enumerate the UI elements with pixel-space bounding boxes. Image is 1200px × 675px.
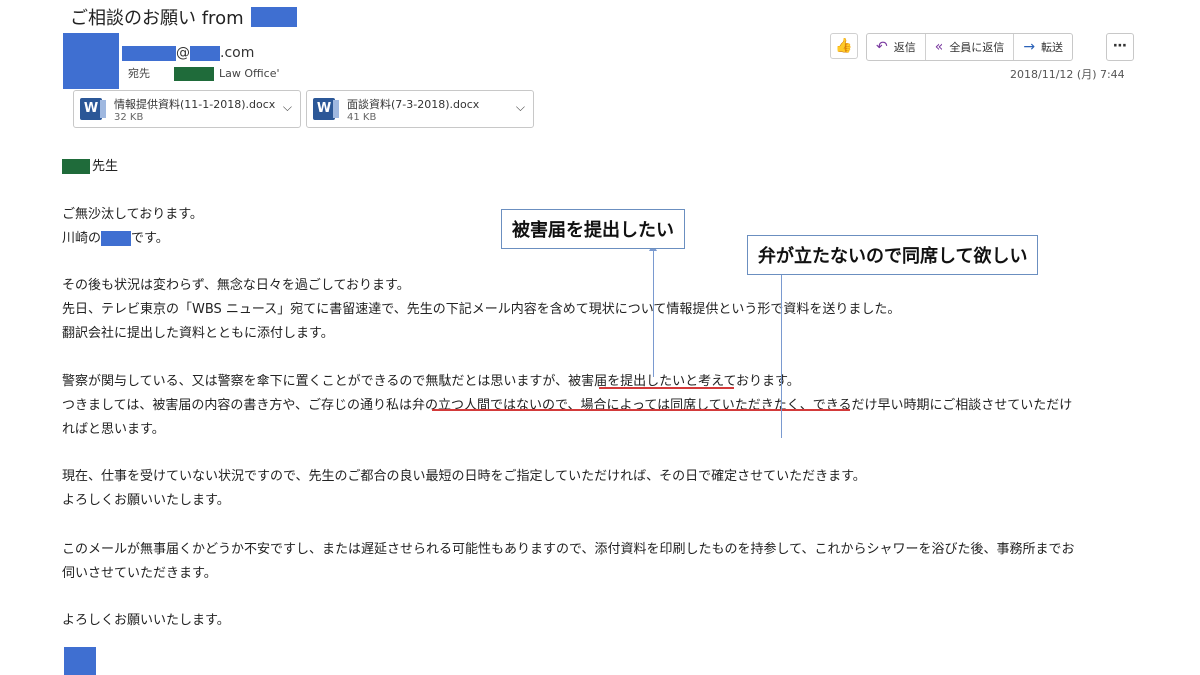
attachment-card[interactable]: W 情報提供資料(11-1-2018).docx 32 KB ⌵ [73,90,301,128]
reply-action-group: ↶ 返信 « 全員に返信 → 転送 [866,33,1074,61]
body-line: 先日、テレビ東京の「WBS ニュース」宛てに書留速達で、先生の下記メール内容を含… [62,302,901,317]
redaction-block [190,45,220,61]
body-line: よろしくお願いいたします。 [62,613,230,628]
word-doc-icon: W [313,98,339,120]
annotation-arrow [781,268,782,438]
redaction-block [173,67,214,81]
reply-button[interactable]: ↶ 返信 [867,34,926,60]
chevron-down-icon[interactable]: ⌵ [283,100,292,115]
forward-arrow-icon: → [1023,39,1036,55]
body-line: その後も状況は変わらず、無念な日々を過ごしております。 [62,278,410,293]
thumbs-up-icon: 👍 [835,38,853,54]
more-icon: ⋯ [1113,38,1127,54]
body-line: ればと思います。 [62,422,165,437]
annotation-underline [432,409,850,411]
word-doc-icon: W [80,98,106,120]
signature-redaction [64,647,96,675]
reply-all-button[interactable]: « 全員に返信 [926,34,1015,60]
recipient-line: 宛先 Law Office' [128,67,280,81]
annotation-arrow [653,244,654,377]
body-line: ご無沙汰しております。 [62,207,203,222]
email-date: 2018/11/12 (月) 7:44 [1010,68,1125,81]
redaction-block [62,159,90,174]
reply-icon: ↶ [876,39,888,55]
body-line: 翻訳会社に提出した資料とともに添付します。 [62,326,334,341]
attachment-size: 41 KB [347,112,377,123]
attachment-name: 情報提供資料(11-1-2018).docx [114,98,276,111]
body-line: 川崎の です。 [62,231,169,246]
reply-all-icon: « [934,39,944,55]
sender-avatar[interactable] [63,33,119,89]
chevron-down-icon[interactable]: ⌵ [516,100,525,115]
forward-button[interactable]: → 転送 [1014,34,1072,60]
sender-address[interactable]: @ .com [122,45,254,61]
attachment-card[interactable]: W 面談資料(7-3-2018).docx 41 KB ⌵ [306,90,534,128]
redaction-block [101,231,132,246]
body-line: よろしくお願いいたします。 [62,493,230,508]
annotation-callout: 被害届を提出したい [501,209,685,249]
redaction-block [122,45,176,61]
annotation-underline [599,387,734,389]
like-button[interactable]: 👍 [830,33,858,59]
body-line: 伺いさせていただきます。 [62,566,217,581]
attachment-name: 面談資料(7-3-2018).docx [347,98,480,111]
recipient-name[interactable]: Law Office' [219,67,280,80]
greeting-line: 先生 [62,155,118,174]
redaction-block [251,7,298,27]
attachment-size: 32 KB [114,112,144,123]
annotation-callout: 弁が立たないので同席して欲しい [747,235,1039,275]
email-subject: ご相談のお願い from [70,4,298,30]
body-line: 現在、仕事を受けていない状況ですので、先生のご都合の良い最短の日時をご指定してい… [62,469,866,484]
body-line: このメールが無事届くかどうか不安ですし、または遅延させられる可能性もありますので… [62,542,1075,557]
more-actions-button[interactable]: ⋯ [1106,33,1134,61]
